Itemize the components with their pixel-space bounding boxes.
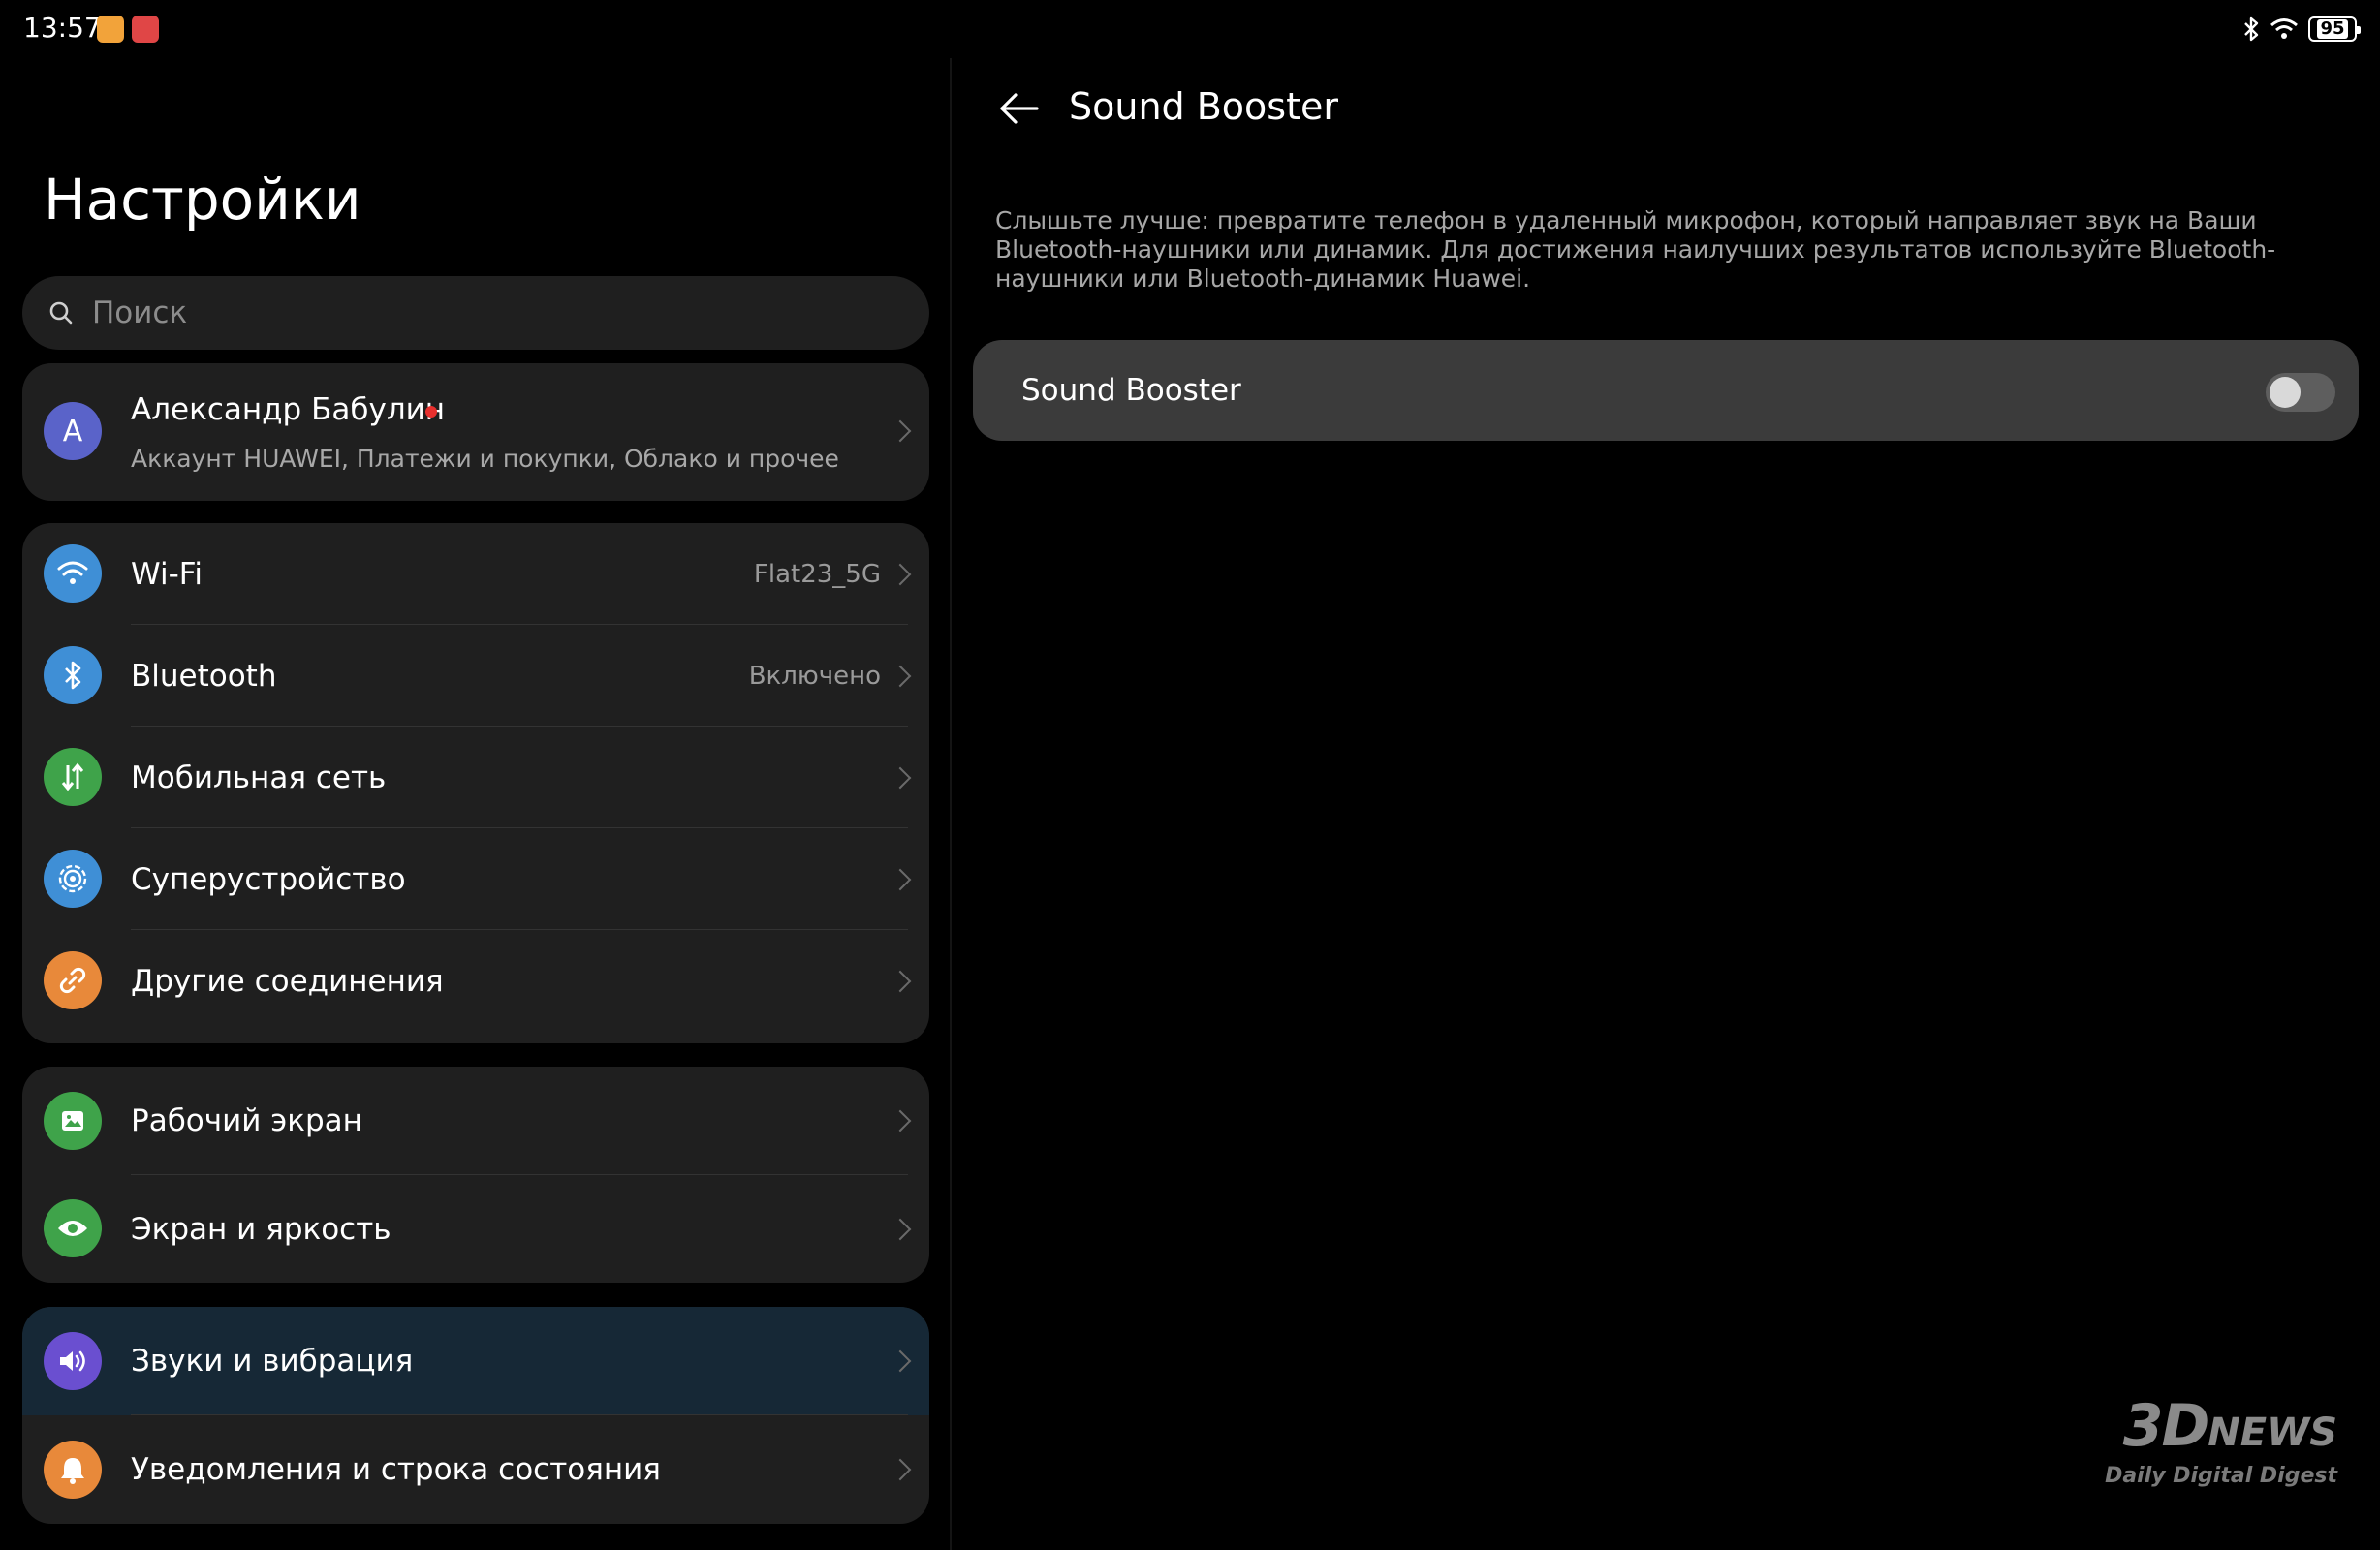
chevron-right-icon — [889, 1458, 912, 1481]
account-row[interactable]: А Александр Бабулин Аккаунт HUAWEI, Плат… — [22, 363, 929, 499]
sidebar-item-label: Рабочий экран — [131, 1103, 362, 1138]
sidebar-item-sounds-vibration[interactable]: Звуки и вибрация — [22, 1307, 929, 1415]
detail-title: Sound Booster — [1069, 85, 1339, 128]
toggle-knob — [2270, 377, 2301, 408]
sound-card: Звуки и вибрация Уведомления и строка со… — [22, 1307, 929, 1524]
mobile-data-icon — [44, 748, 102, 806]
search-input[interactable]: Поиск — [22, 276, 929, 350]
display-card: Рабочий экран Экран и яркость — [22, 1067, 929, 1283]
search-placeholder: Поиск — [92, 295, 188, 330]
sidebar-item-label: Экран и яркость — [131, 1211, 391, 1247]
sidebar-item-mobile-network[interactable]: Мобильная сеть — [22, 727, 929, 828]
bluetooth-status-value: Включено — [748, 661, 881, 691]
chevron-right-icon — [889, 970, 912, 992]
watermark-tagline: Daily Digital Digest — [2105, 1464, 2337, 1488]
sidebar-item-other-connections[interactable]: Другие соединения — [22, 930, 929, 1032]
chevron-right-icon — [889, 1109, 912, 1132]
sidebar-item-super-device[interactable]: Суперустройство — [22, 828, 929, 930]
home-screen-icon — [44, 1092, 102, 1150]
wifi-icon — [44, 544, 102, 603]
notification-dot — [425, 406, 437, 418]
eye-icon — [44, 1199, 102, 1257]
account-card[interactable]: А Александр Бабулин Аккаунт HUAWEI, Плат… — [22, 363, 929, 501]
chevron-right-icon — [889, 665, 912, 687]
chevron-right-icon — [889, 1349, 912, 1373]
sidebar-item-notifications[interactable]: Уведомления и строка состояния — [22, 1415, 929, 1524]
wifi-network-value: Flat23_5G — [753, 559, 881, 589]
sidebar-item-label: Bluetooth — [131, 658, 277, 694]
detail-pane: Sound Booster Слышьте лучше: превратите … — [952, 0, 2380, 1550]
arrow-left-icon — [1000, 93, 1039, 124]
sidebar-item-display-brightness[interactable]: Экран и яркость — [22, 1175, 929, 1283]
speaker-icon — [44, 1332, 102, 1390]
settings-list-pane: Настройки Поиск А Александр Бабулин Акка… — [0, 0, 950, 1550]
sidebar-item-label: Суперустройство — [131, 861, 406, 897]
bell-icon — [44, 1441, 102, 1499]
account-name: Александр Бабулин — [131, 392, 446, 427]
link-icon — [44, 951, 102, 1009]
avatar: А — [44, 402, 102, 460]
search-icon — [49, 301, 73, 325]
connectivity-card: Wi-Fi Flat23_5G Bluetooth Включено Мобил… — [22, 523, 929, 1043]
watermark-news: NEWS — [2208, 1410, 2337, 1455]
chevron-right-icon — [889, 419, 912, 443]
watermark-3d: 3D — [2122, 1392, 2210, 1460]
toggle-label: Sound Booster — [1021, 373, 1241, 408]
watermark-logo: 3DNEWS Daily Digital Digest — [2105, 1397, 2337, 1488]
sidebar-item-wifi[interactable]: Wi-Fi Flat23_5G — [22, 523, 929, 625]
page-title: Настройки — [44, 167, 361, 232]
sound-booster-row[interactable]: Sound Booster — [973, 340, 2359, 441]
sidebar-item-label: Wi-Fi — [131, 556, 203, 592]
sidebar-item-label: Мобильная сеть — [131, 760, 387, 795]
watermark-brand: 3DNEWS — [2105, 1397, 2337, 1462]
sidebar-item-label: Уведомления и строка состояния — [131, 1452, 661, 1487]
sidebar-item-label: Звуки и вибрация — [131, 1344, 414, 1379]
sidebar-item-bluetooth[interactable]: Bluetooth Включено — [22, 625, 929, 727]
sidebar-item-home-screen[interactable]: Рабочий экран — [22, 1067, 929, 1175]
sound-booster-toggle[interactable] — [2266, 373, 2335, 412]
super-device-icon — [44, 850, 102, 908]
back-button[interactable] — [996, 85, 1043, 132]
chevron-right-icon — [889, 766, 912, 789]
sidebar-item-label: Другие соединения — [131, 963, 444, 999]
feature-description: Слышьте лучше: превратите телефон в удал… — [995, 206, 2276, 293]
account-subtitle: Аккаунт HUAWEI, Платежи и покупки, Облак… — [131, 445, 839, 473]
chevron-right-icon — [889, 563, 912, 585]
chevron-right-icon — [889, 1218, 912, 1240]
bluetooth-icon — [44, 646, 102, 704]
chevron-right-icon — [889, 868, 912, 890]
